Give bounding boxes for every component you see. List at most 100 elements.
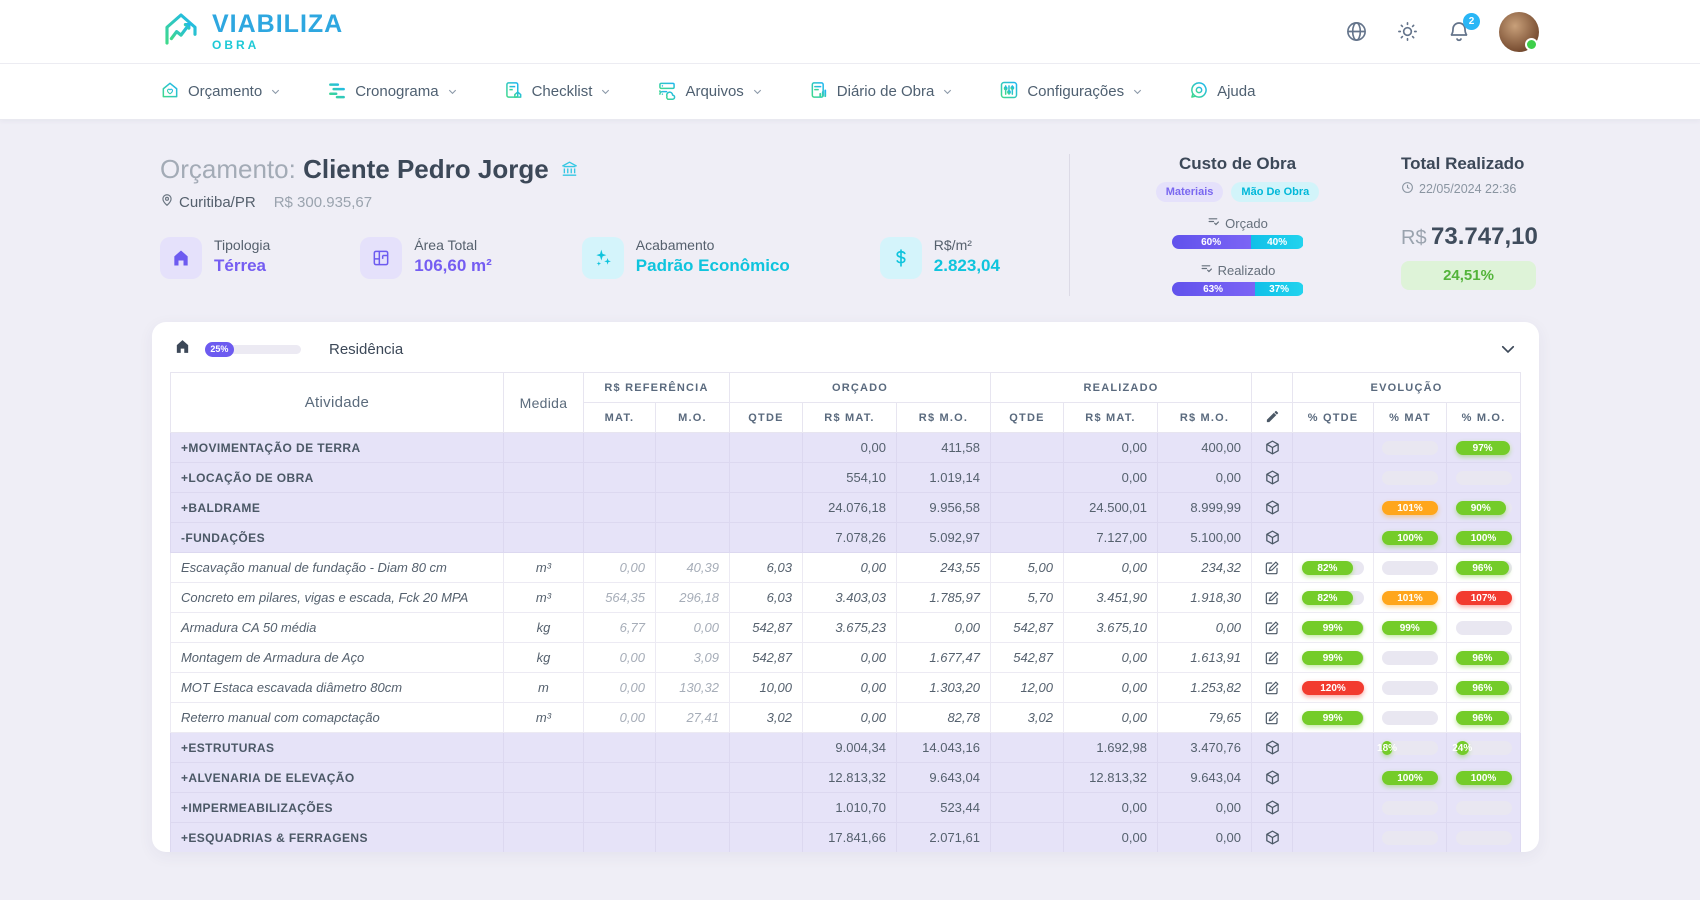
nav-cronograma[interactable]: Cronograma [327,80,457,104]
activity-name-cell: +ESQUADRIAS & FERRAGENS [170,823,503,853]
value-cell: 0,00 [1063,823,1157,853]
edit-row-icon[interactable] [1264,680,1280,696]
edit-row-icon[interactable] [1264,650,1280,666]
value-cell: 12.813,32 [802,763,896,793]
card-area-total: Área Total 106,60 m² [360,237,492,279]
project-section-header[interactable]: 25% Residência [152,322,1539,372]
actions-cell[interactable] [1252,733,1293,763]
actions-cell[interactable] [1252,703,1293,733]
evolution-cell [1374,643,1447,673]
logo-subtitle: OBRA [212,39,343,51]
category-row[interactable]: +LOCAÇÃO DE OBRA554,101.019,140,000,00 [170,463,1520,493]
package-icon[interactable] [1264,439,1281,456]
edit-row-icon[interactable] [1264,620,1280,636]
user-avatar[interactable] [1499,12,1539,52]
house-icon [174,338,191,360]
value-cell: 27,41 [655,703,729,733]
progress-pill: 18% [1382,741,1438,755]
value-cell: 3.675,23 [802,613,896,643]
value-cell: 542,87 [729,613,802,643]
value-cell: 0,00 [896,613,990,643]
category-row[interactable]: +ALVENARIA DE ELEVAÇÃO12.813,329.643,041… [170,763,1520,793]
value-cell [583,763,655,793]
value-cell: 554,10 [802,463,896,493]
evolution-cell: 100% [1374,763,1447,793]
value-cell: 0,00 [1063,703,1157,733]
nav-diario-de-obra[interactable]: Diário de Obra [809,80,954,104]
card-tipologia: Tipologia Térrea [160,237,270,279]
package-icon[interactable] [1264,529,1281,546]
nav-ajuda[interactable]: Ajuda [1189,80,1255,104]
actions-cell[interactable] [1252,493,1293,523]
value-cell: 1.785,97 [896,583,990,613]
category-row[interactable]: +BALDRAME24.076,189.956,5824.500,018.999… [170,493,1520,523]
category-row[interactable]: +IMPERMEABILIZAÇÕES1.010,70523,440,000,0… [170,793,1520,823]
col-header-pct-mo: % M.O. [1447,403,1521,433]
progress-pill [1382,441,1438,455]
realized-amount: R$ 73.747,10 [1401,223,1539,251]
evolution-cell: 101% [1374,583,1447,613]
value-cell: 17.841,66 [802,823,896,853]
evolution-cell: 90% [1447,493,1521,523]
actions-cell[interactable] [1252,583,1293,613]
package-icon[interactable] [1264,739,1281,756]
value-cell: 6,03 [729,583,802,613]
dollar-icon [880,237,922,279]
actions-cell[interactable] [1252,463,1293,493]
actions-cell[interactable] [1252,433,1293,463]
value-cell: 2.071,61 [896,823,990,853]
chevron-down-icon [600,86,611,97]
package-icon[interactable] [1264,799,1281,816]
actions-cell[interactable] [1252,673,1293,703]
category-row[interactable]: +ESTRUTURAS9.004,3414.043,161.692,983.47… [170,733,1520,763]
actions-cell[interactable] [1252,553,1293,583]
progress-pill: 99% [1302,651,1364,665]
value-cell: 24.500,01 [1063,493,1157,523]
nav-checklist[interactable]: Checklist [504,80,612,104]
home-icon [160,237,202,279]
progress-pill: 100% [1382,771,1438,785]
nav-orcamento[interactable]: Orçamento [160,80,281,104]
actions-cell[interactable] [1252,643,1293,673]
edit-row-icon[interactable] [1264,560,1280,576]
value-cell: m [503,673,583,703]
value-cell [729,763,802,793]
nav-configuracoes[interactable]: Configurações [999,80,1143,104]
notifications-bell-icon[interactable]: 2 [1447,20,1471,44]
category-row[interactable]: +ESQUADRIAS & FERRAGENS 17.841,662.071,61… [170,823,1520,853]
value-cell: 1.692,98 [1063,733,1157,763]
actions-cell[interactable] [1252,793,1293,823]
package-icon[interactable] [1264,769,1281,786]
theme-sun-icon[interactable] [1396,20,1419,43]
category-row[interactable]: -FUNDAÇÕES7.078,265.092,977.127,005.100,… [170,523,1520,553]
collapse-chevron-icon[interactable] [1499,340,1517,358]
evolution-cell: 107% [1447,583,1521,613]
progress-pill [1382,471,1438,485]
category-row[interactable]: +MOVIMENTAÇÃO DE TERRA0,00411,580,00400,… [170,433,1520,463]
package-icon[interactable] [1264,469,1281,486]
package-icon[interactable] [1264,499,1281,516]
evolution-cell [1293,763,1374,793]
progress-pill [1382,651,1438,665]
actions-cell[interactable] [1252,613,1293,643]
language-globe-icon[interactable] [1345,20,1368,43]
progress-pill: 100% [1456,771,1512,785]
progress-pill: 99% [1382,621,1438,635]
value-cell [655,493,729,523]
value-cell: 130,32 [655,673,729,703]
actions-cell[interactable] [1252,823,1293,853]
package-icon[interactable] [1264,829,1281,846]
edit-row-icon[interactable] [1264,710,1280,726]
edit-row-icon[interactable] [1264,590,1280,606]
activity-name-cell: +LOCAÇÃO DE OBRA [170,463,503,493]
value-cell [503,463,583,493]
nav-arquivos[interactable]: Arquivos [657,80,762,104]
actions-cell[interactable] [1252,523,1293,553]
group-header-evolucao: EVOLUÇÃO [1293,373,1521,403]
value-cell [503,733,583,763]
value-cell: m³ [503,583,583,613]
value-cell: 542,87 [729,643,802,673]
app-logo[interactable]: VIABILIZA OBRA [160,8,343,55]
value-cell [503,523,583,553]
actions-cell[interactable] [1252,763,1293,793]
